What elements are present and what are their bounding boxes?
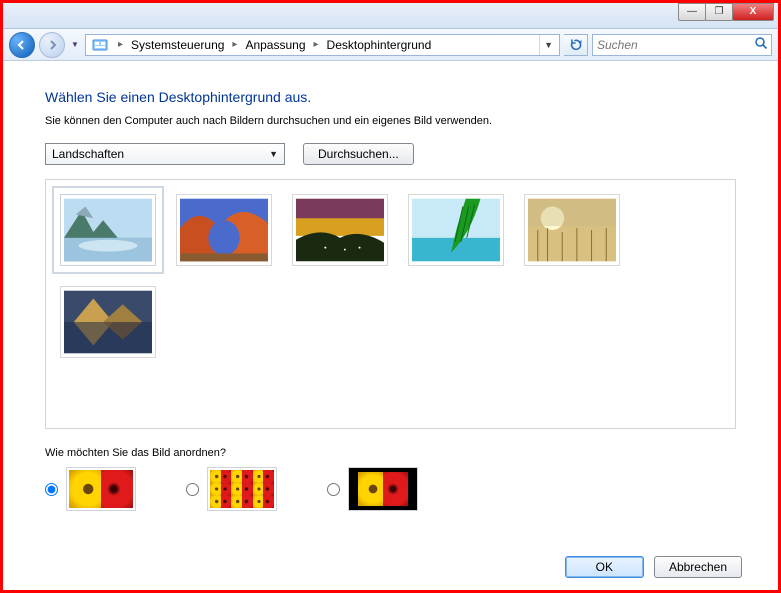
window-controls: — ❐ X: [679, 3, 774, 21]
address-dropdown[interactable]: ▼: [539, 35, 557, 55]
cancel-button[interactable]: Abbrechen: [654, 556, 742, 578]
refresh-icon: [569, 38, 583, 52]
arrow-left-icon: [16, 39, 28, 51]
arrange-radio-tile[interactable]: [186, 483, 199, 496]
arrange-radio-fill[interactable]: [45, 483, 58, 496]
landscape-red-rock-arch-icon: [180, 198, 268, 262]
arrange-question: Wie möchten Sie das Bild anordnen?: [45, 447, 736, 459]
breadcrumb-desktophintergrund[interactable]: Desktophintergrund: [325, 38, 434, 52]
chevron-down-icon: ▼: [269, 149, 278, 159]
landscape-palm-leaf-ocean-icon: [412, 198, 500, 262]
arrange-options-row: [45, 467, 736, 511]
breadcrumb-chevron[interactable]: ▸: [308, 39, 325, 50]
thumbnail-area: [45, 179, 736, 429]
arrange-option-center[interactable]: [327, 467, 418, 511]
category-dropdown[interactable]: Landschaften ▼: [45, 143, 285, 165]
arrange-radio-center[interactable]: [327, 483, 340, 496]
minimize-button[interactable]: —: [678, 3, 706, 21]
arrange-option-fill[interactable]: [45, 467, 136, 511]
category-dropdown-value: Landschaften: [52, 147, 124, 161]
wallpaper-thumb-wheat-sunrise[interactable]: [524, 194, 620, 266]
page-title: Wählen Sie einen Desktophintergrund aus.: [45, 89, 736, 105]
breadcrumb-root-chevron[interactable]: ▸: [112, 39, 129, 50]
window-frame: — ❐ X ▼ ▸ Systemsteuerung ▸ Anpassung ▸ …: [0, 0, 781, 593]
back-button[interactable]: [9, 32, 35, 58]
arrange-preview-center: [348, 467, 418, 511]
landscape-sunset-hills-icon: [296, 198, 384, 262]
wallpaper-thumb-mountain-reflection[interactable]: [60, 286, 156, 358]
page-subtitle: Sie können den Computer auch nach Bilder…: [45, 115, 736, 127]
wallpaper-thumb-red-rock-arch[interactable]: [176, 194, 272, 266]
arrange-option-tile[interactable]: [186, 467, 277, 511]
landscape-lake-mountains-icon: [64, 198, 152, 262]
refresh-button[interactable]: [564, 34, 588, 56]
breadcrumb-systemsteuerung[interactable]: Systemsteuerung: [129, 38, 226, 52]
arrange-preview-fill: [66, 467, 136, 511]
landscape-mountain-reflection-icon: [64, 290, 152, 354]
control-panel-icon: [92, 37, 108, 53]
breadcrumb-anpassung[interactable]: Anpassung: [243, 38, 307, 52]
browse-button[interactable]: Durchsuchen...: [303, 143, 414, 165]
close-button[interactable]: X: [732, 3, 774, 21]
maximize-button[interactable]: ❐: [705, 3, 733, 21]
search-input[interactable]: [597, 38, 754, 52]
forward-button[interactable]: [39, 32, 65, 58]
navigation-bar: ▼ ▸ Systemsteuerung ▸ Anpassung ▸ Deskto…: [3, 29, 778, 61]
ok-button[interactable]: OK: [565, 556, 644, 578]
titlebar: — ❐ X: [3, 3, 778, 29]
wallpaper-thumb-palm-leaf-ocean[interactable]: [408, 194, 504, 266]
controls-row: Landschaften ▼ Durchsuchen...: [45, 143, 736, 165]
arrange-preview-tile: [207, 467, 277, 511]
thumbnail-row: [60, 194, 721, 358]
content-area: Wählen Sie einen Desktophintergrund aus.…: [3, 61, 778, 521]
footer-buttons: OK Abbrechen: [565, 556, 742, 578]
arrow-right-icon: [46, 39, 58, 51]
wallpaper-thumb-lake-mountains[interactable]: [60, 194, 156, 266]
landscape-wheat-sunrise-icon: [528, 198, 616, 262]
wallpaper-thumb-sunset-hills[interactable]: [292, 194, 388, 266]
search-icon[interactable]: [754, 36, 768, 53]
nav-history-dropdown[interactable]: ▼: [69, 32, 81, 58]
search-box[interactable]: [592, 34, 772, 56]
address-bar[interactable]: ▸ Systemsteuerung ▸ Anpassung ▸ Desktoph…: [85, 34, 560, 56]
breadcrumb-chevron[interactable]: ▸: [226, 39, 243, 50]
